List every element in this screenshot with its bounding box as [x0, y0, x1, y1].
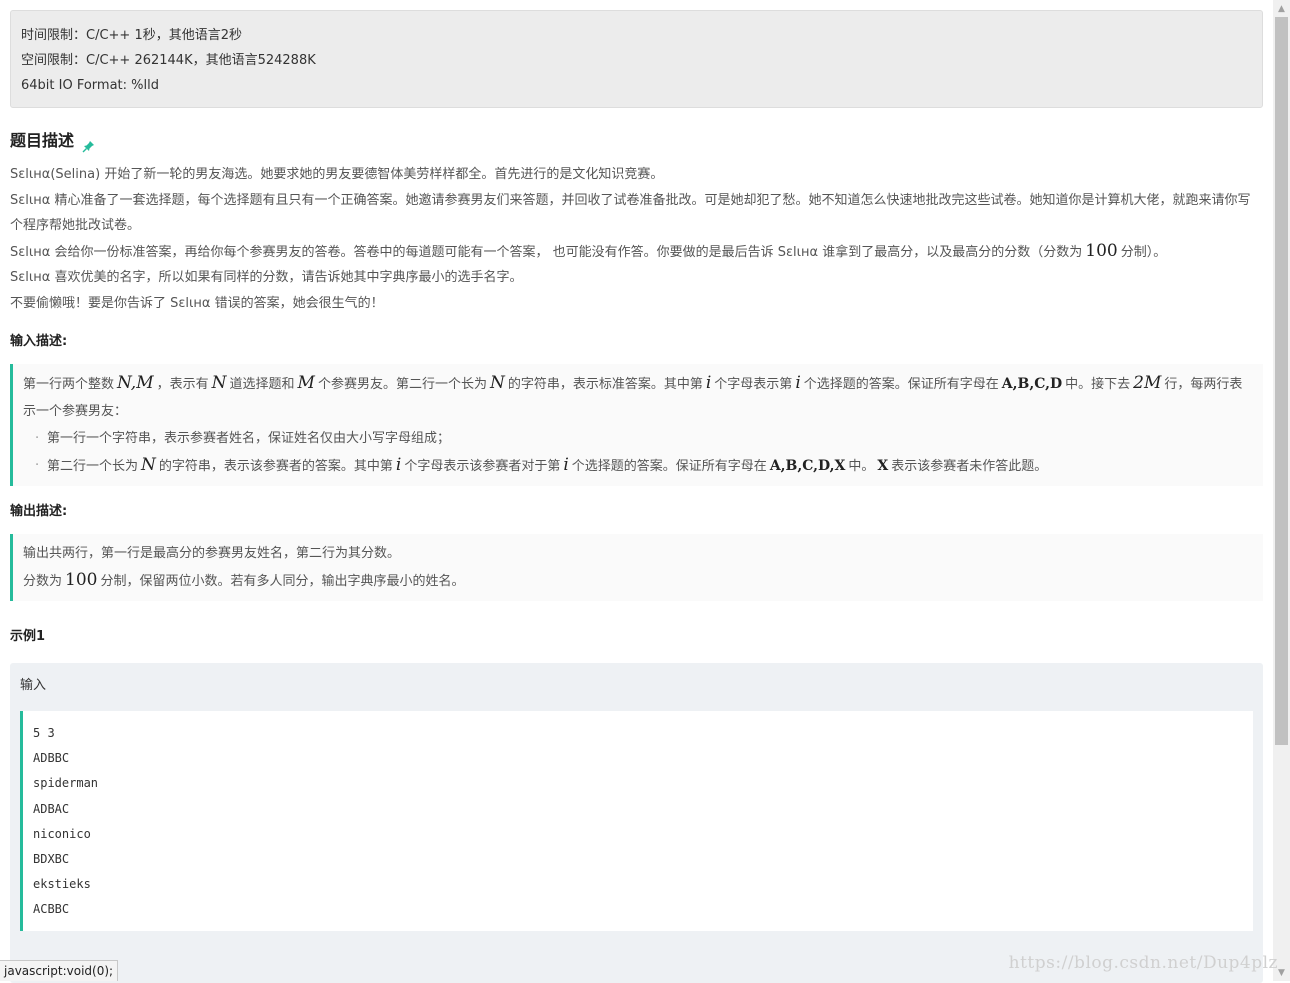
code-line: ADBAC: [33, 801, 70, 816]
scroll-up-arrow-icon[interactable]: ▲: [1273, 0, 1290, 17]
limits-box: 时间限制：C/C++ 1秒，其他语言2秒 空间限制：C/C++ 262144K，…: [10, 10, 1263, 108]
code-line: ADBBC: [33, 751, 70, 766]
text: 个字母表示第: [714, 377, 793, 392]
math: A,B,C,D: [1001, 376, 1063, 392]
text: ，表示有: [156, 377, 209, 392]
math: i: [563, 455, 569, 475]
text: 的字符串，表示标准答案。其中第: [507, 377, 703, 392]
math: i: [395, 455, 402, 475]
input-heading: 输入描述:: [10, 334, 68, 349]
math: A,B,C,D,X: [769, 458, 846, 474]
math: M: [297, 373, 315, 393]
description-heading: 题目描述: [10, 128, 1263, 154]
pin-icon[interactable]: [82, 135, 95, 152]
code-line: BDXBC: [33, 851, 70, 866]
text: 个字母表示该参赛者对于第: [404, 459, 561, 474]
text: 分制，保留两位小数。若有多人同分，输出字典序最小的姓名。: [100, 574, 465, 589]
example-box: 输入 5 3 ADBBC spiderman ADBAC niconico BD…: [10, 663, 1263, 983]
output-line: 输出共两行，第一行是最高分的参赛男友姓名，第二行为其分数。: [23, 546, 401, 561]
scroll-thumb[interactable]: [1275, 17, 1288, 745]
text: 第二行一个长为: [47, 459, 139, 474]
text: 分数为: [23, 574, 63, 589]
math: X: [877, 458, 889, 474]
text: Sεlιнα 会给你一份标准答案，再给你每个参赛男友的答卷。答卷中的每道题可能有…: [10, 244, 1083, 260]
input-bullets: 第一行一个字符串，表示参赛者姓名，保证姓名仅由大小写字母组成； 第二行一个长为N…: [23, 425, 1253, 480]
code-line: niconico: [33, 826, 91, 841]
text: 中。: [848, 459, 875, 474]
description-body: Sεlιнα(Selina) 开始了新一轮的男友海选。她要求她的男友要德智体美劳…: [10, 162, 1263, 316]
description-line: 不要偷懒哦！要是你告诉了 Sεlιнα 错误的答案，她会很生气的！: [10, 295, 384, 311]
math: i: [705, 373, 712, 393]
code-line: ACBBC: [33, 902, 70, 917]
text: 的字符串，表示该参赛者的答案。其中第: [158, 459, 393, 474]
io-format: 64bit IO Format: %lld: [21, 78, 159, 93]
math: 2M: [1133, 373, 1162, 393]
list-item: 第一行一个字符串，表示参赛者姓名，保证姓名仅由大小写字母组成；: [35, 425, 1253, 452]
text: 分制）。: [1120, 244, 1167, 260]
example-heading: 示例1: [10, 629, 46, 644]
example-input-label: 输入: [20, 678, 47, 693]
list-item: 第二行一个长为N的字符串，表示该参赛者的答案。其中第i个字母表示该参赛者对于第i…: [35, 452, 1253, 480]
status-bar: javascript:void(0);: [0, 960, 119, 981]
math: N,M: [117, 373, 154, 393]
text: 道选择题和: [229, 377, 295, 392]
code-line: spiderman: [33, 776, 99, 791]
output-description: 输出共两行，第一行是最高分的参赛男友姓名，第二行为其分数。 分数为 100 分制，保…: [10, 534, 1263, 601]
description-title: 题目描述: [10, 131, 75, 150]
math: N: [211, 373, 227, 393]
text: 第一行两个整数: [23, 377, 115, 392]
time-limit: 时间限制：C/C++ 1秒，其他语言2秒: [21, 28, 242, 43]
math-100: 100: [1085, 240, 1118, 261]
output-heading: 输出描述:: [10, 504, 68, 519]
text: 表示该参赛者未作答此题。: [891, 459, 1048, 474]
vertical-scrollbar[interactable]: ▲ ▼: [1273, 0, 1290, 981]
description-line: Sεlιнα 精心准备了一套选择题，每个选择题有且只有一个正确答案。她邀请参赛男…: [10, 192, 1251, 234]
math-100: 100: [65, 570, 98, 590]
text: 个选择题的答案。保证所有字母在: [803, 377, 999, 392]
input-paragraph: 第一行两个整数 N,M ，表示有 N 道选择题和 M 个参赛男友。第二行一个长为 N 的字符串，…: [23, 370, 1253, 425]
description-line: Sεlιнα 会给你一份标准答案，再给你每个参赛男友的答卷。答卷中的每道题可能有…: [10, 239, 1263, 266]
math: N: [141, 455, 156, 475]
code-line: ekstieks: [33, 877, 91, 892]
text: 个选择题的答案。保证所有字母在: [571, 459, 767, 474]
description-line: Sεlιнα(Selina) 开始了新一轮的男友海选。她要求她的男友要德智体美劳…: [10, 167, 664, 182]
output-line: 分数为 100 分制，保留两位小数。若有多人同分，输出字典序最小的姓名。: [23, 567, 1253, 595]
problem-page: 时间限制：C/C++ 1秒，其他语言2秒 空间限制：C/C++ 262144K，…: [10, 10, 1263, 983]
watermark: https://blog.csdn.net/Dup4plz: [1008, 953, 1278, 973]
space-limit: 空间限制：C/C++ 262144K，其他语言524288K: [21, 53, 316, 68]
description-line: Sεlιнα 喜欢优美的名字，所以如果有同样的分数，请告诉她其中字典序最小的选手…: [10, 270, 523, 285]
text: 中。接下去: [1065, 377, 1131, 392]
input-description: 第一行两个整数 N,M ，表示有 N 道选择题和 M 个参赛男友。第二行一个长为 N 的字符串，…: [10, 364, 1263, 486]
math: i: [795, 373, 801, 393]
math: N: [489, 373, 505, 393]
example-input-code[interactable]: 5 3 ADBBC spiderman ADBAC niconico BDXBC…: [20, 711, 1253, 931]
text: 个参赛男友。第二行一个长为: [317, 377, 487, 392]
code-line: 5 3: [33, 726, 55, 740]
